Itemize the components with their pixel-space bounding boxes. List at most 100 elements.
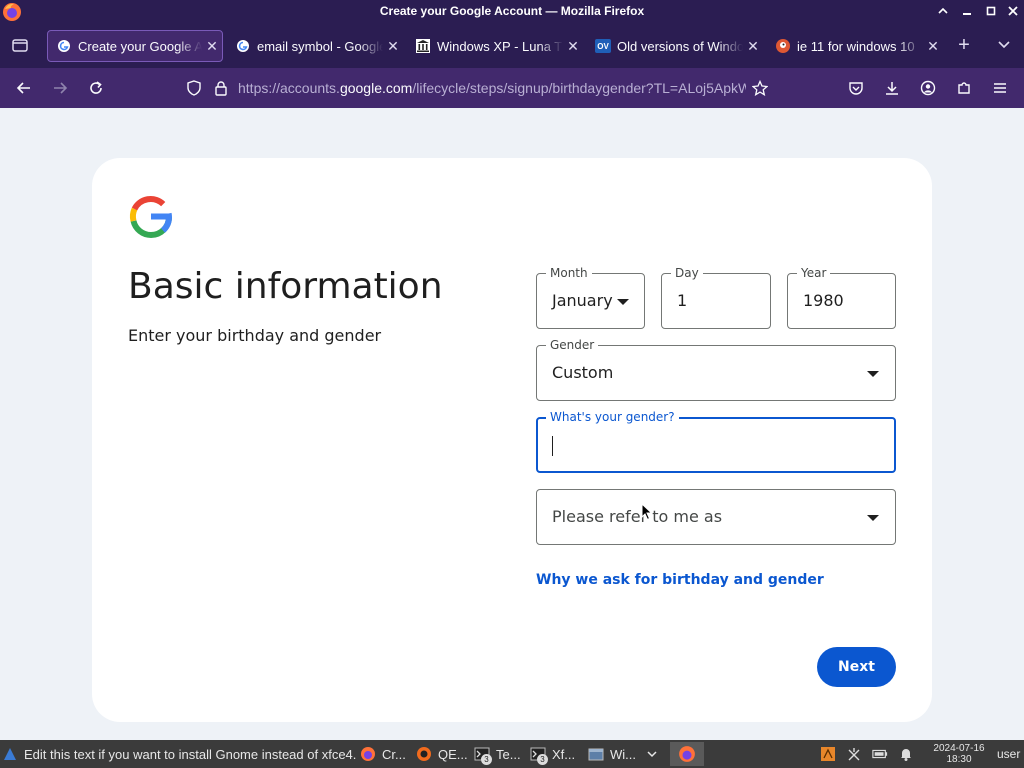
url-text[interactable]: https://accounts.google.com/lifecycle/st… xyxy=(238,80,746,96)
pronoun-placeholder: Please refer to me as xyxy=(552,507,723,526)
list-all-tabs-chevron-down-icon[interactable] xyxy=(994,36,1014,56)
window-count-badge: 3 xyxy=(481,754,492,765)
taskbar-item-launcher[interactable]: Edit this text if you want to install Gn… xyxy=(2,742,356,766)
chevron-down-icon xyxy=(867,515,879,521)
mouse-pointer-icon xyxy=(641,502,653,521)
taskbar-item-label: Xf... xyxy=(552,746,576,762)
tab-create-google-account[interactable]: Create your Google Account ✕ xyxy=(47,30,223,62)
url-domain: google.com xyxy=(339,80,413,96)
battery-icon[interactable] xyxy=(872,746,888,762)
clock[interactable]: 2024-07-16 18:30 xyxy=(926,743,992,765)
year-value: 1980 xyxy=(803,291,844,310)
close-icon[interactable]: ✕ xyxy=(202,38,222,55)
window-maximize-icon[interactable] xyxy=(982,3,1000,21)
terminal-icon: 3 xyxy=(474,746,492,765)
bank-building-icon xyxy=(415,38,431,54)
taskbar-item-window[interactable]: Wi... xyxy=(588,742,640,766)
day-label: Day xyxy=(671,266,703,280)
custom-gender-input[interactable]: What's your gender? xyxy=(536,410,896,473)
tab-windows-xp-luna[interactable]: Windows XP - Luna Theme ✕ xyxy=(407,30,583,62)
google-g-icon xyxy=(235,38,251,54)
year-label: Year xyxy=(797,266,831,280)
close-icon[interactable]: ✕ xyxy=(563,38,583,55)
back-arrow-icon[interactable] xyxy=(14,78,34,98)
downloads-icon[interactable] xyxy=(882,78,902,98)
chevron-down-icon xyxy=(867,371,879,377)
hamburger-menu-icon[interactable] xyxy=(990,78,1010,98)
taskbar-active-firefox[interactable] xyxy=(670,742,704,766)
pronoun-select[interactable]: Please refer to me as xyxy=(536,489,896,545)
taskbar-item-xfce-terminal[interactable]: 3 Xf... xyxy=(530,742,582,766)
extensions-icon[interactable] xyxy=(954,78,974,98)
window-titlebar: Create your Google Account — Mozilla Fir… xyxy=(0,0,1024,24)
navigation-toolbar: https://accounts.google.com/lifecycle/st… xyxy=(0,68,1024,108)
tab-label: Create your Google Account xyxy=(78,38,202,54)
window-icon xyxy=(588,746,604,762)
taskbar: Edit this text if you want to install Gn… xyxy=(0,740,1024,768)
page-subtitle: Enter your birthday and gender xyxy=(128,326,382,345)
tab-label: email symbol - Google Search xyxy=(257,38,383,54)
new-tab-plus-icon[interactable]: + xyxy=(954,35,974,56)
google-logo-icon xyxy=(128,194,174,240)
tab-label: ie 11 for windows 10 xyxy=(797,38,915,54)
window-minimize-icon[interactable] xyxy=(958,3,976,21)
reload-icon[interactable] xyxy=(86,78,106,98)
taskbar-overflow-chevron-down-icon[interactable] xyxy=(642,742,662,766)
tab-email-symbol[interactable]: email symbol - Google Search ✕ xyxy=(227,30,403,62)
close-icon[interactable]: ✕ xyxy=(743,38,763,55)
month-select[interactable]: Month January xyxy=(536,266,645,329)
tab-label: Old versions of Windows xyxy=(617,38,743,54)
xfce-menu-icon xyxy=(2,746,18,762)
year-field[interactable]: Year 1980 xyxy=(787,266,896,329)
network-disconnected-icon[interactable] xyxy=(846,746,862,762)
address-bar[interactable]: https://accounts.google.com/lifecycle/st… xyxy=(176,72,776,104)
firefox-view-icon[interactable] xyxy=(10,36,30,56)
clock-time: 18:30 xyxy=(946,754,972,765)
orange-app-icon[interactable] xyxy=(820,746,836,762)
taskbar-item-label: Wi... xyxy=(610,746,636,762)
gender-value: Custom xyxy=(552,363,614,382)
ov-icon: OV xyxy=(595,38,611,54)
lock-icon[interactable] xyxy=(211,78,231,98)
tab-ie11-windows10[interactable]: ie 11 for windows 10 ✕ xyxy=(767,30,943,62)
custom-gender-label: What's your gender? xyxy=(546,410,679,424)
taskbar-item-label: QE... xyxy=(438,746,468,762)
tab-old-versions-windows[interactable]: OV Old versions of Windows ✕ xyxy=(587,30,763,62)
account-icon[interactable] xyxy=(918,78,938,98)
taskbar-item-terminal[interactable]: 3 Te... xyxy=(474,742,526,766)
close-icon[interactable]: ✕ xyxy=(923,38,943,55)
notification-bell-icon[interactable] xyxy=(898,746,914,762)
signup-card: Basic information Enter your birthday an… xyxy=(92,158,932,722)
user-name[interactable]: user xyxy=(997,747,1020,761)
month-label: Month xyxy=(546,266,592,280)
qemu-icon xyxy=(416,746,432,762)
window-minimize-chevron-icon[interactable] xyxy=(934,3,952,21)
gender-select[interactable]: Gender Custom xyxy=(536,338,896,401)
day-field[interactable]: Day 1 xyxy=(661,266,771,329)
taskbar-item-label: Edit this text if you want to install Gn… xyxy=(24,746,356,762)
clock-date: 2024-07-16 xyxy=(933,743,985,754)
tracking-protection-shield-icon[interactable] xyxy=(184,78,204,98)
firefox-icon xyxy=(360,746,376,762)
page-content: Basic information Enter your birthday an… xyxy=(0,108,1024,740)
duckduckgo-icon xyxy=(775,38,791,54)
window-close-icon[interactable] xyxy=(1004,3,1022,21)
close-icon[interactable]: ✕ xyxy=(383,38,403,55)
pocket-icon[interactable] xyxy=(846,78,866,98)
url-prefix: https://accounts. xyxy=(238,80,340,96)
tab-label: Windows XP - Luna Theme xyxy=(437,38,563,54)
taskbar-item-qemu[interactable]: QE... xyxy=(416,742,470,766)
bookmark-star-icon[interactable] xyxy=(750,78,770,98)
taskbar-item-firefox[interactable]: Cr... xyxy=(360,742,410,766)
next-button[interactable]: Next xyxy=(817,647,896,687)
taskbar-item-label: Te... xyxy=(496,746,521,762)
page-title: Basic information xyxy=(128,266,443,307)
window-title: Create your Google Account — Mozilla Fir… xyxy=(379,4,645,18)
google-g-icon xyxy=(56,38,72,54)
forward-arrow-icon[interactable] xyxy=(50,78,70,98)
gender-label: Gender xyxy=(546,338,599,352)
day-value: 1 xyxy=(677,291,688,310)
svg-text:OV: OV xyxy=(597,42,609,51)
why-we-ask-link[interactable]: Why we ask for birthday and gender xyxy=(536,572,824,588)
url-path: /lifecycle/steps/signup/birthdaygender?T… xyxy=(412,80,746,96)
